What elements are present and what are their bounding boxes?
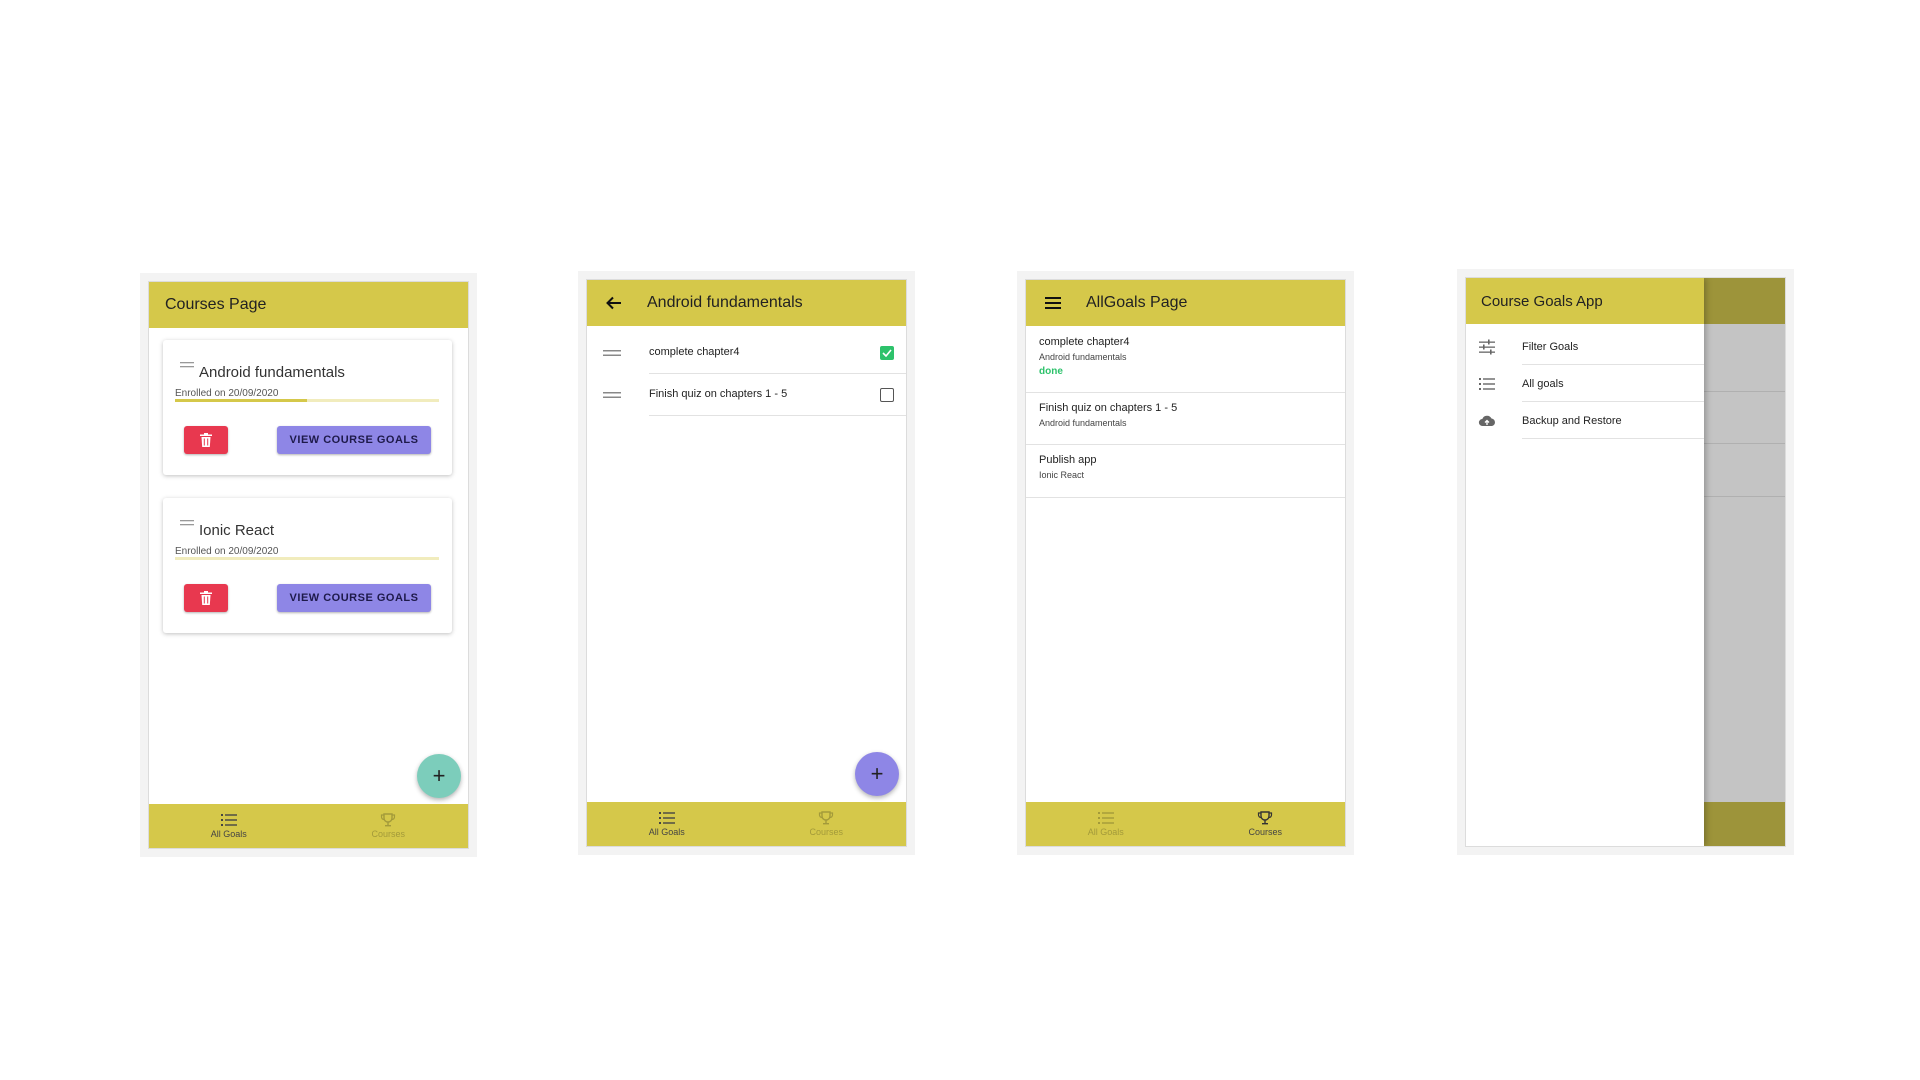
course-title: Android fundamentals [199,364,345,381]
goal-text: complete chapter4 [1039,336,1130,348]
list-icon [1479,378,1495,390]
view-course-goals-button[interactable]: VIEW COURSE GOALS [277,426,431,454]
all-goals-header: AllGoals Page [1026,280,1345,326]
menu-item-all-goals[interactable]: All goals [1466,365,1704,402]
menu-item-filter-goals[interactable]: Filter Goals [1466,328,1704,365]
plus-icon: + [870,761,884,786]
tab-label: All Goals [648,827,685,837]
course-goals-header: Android fundamentals [587,280,906,326]
menu-item-label: All goals [1522,378,1564,390]
page-title: Courses Page [165,296,267,313]
goal-checkbox[interactable] [880,346,894,360]
tab-courses[interactable]: Courses [309,804,469,848]
list-icon [1097,812,1114,824]
goal-item[interactable]: Publish app Ionic React [1026,445,1345,498]
tab-label: Courses [809,827,843,837]
trophy-icon [819,811,834,825]
trash-icon [200,591,212,605]
tab-all-goals[interactable]: All Goals [587,802,747,846]
menu-button[interactable] [1042,292,1064,314]
goal-course: Ionic React [1039,470,1085,480]
tab-label: Courses [371,829,405,839]
drag-handle-icon[interactable] [180,520,194,526]
goal-status: done [1039,366,1063,377]
plus-icon: + [432,763,446,788]
list-icon [220,814,237,826]
course-progress-bar [175,557,439,560]
delete-course-button[interactable] [184,426,228,454]
goal-text: complete chapter4 [649,346,740,358]
goal-row: complete chapter4 [587,332,906,374]
delete-course-button[interactable] [184,584,228,612]
goal-course: Android fundamentals [1039,418,1127,428]
goal-item[interactable]: complete chapter4 Android fundamentals d… [1026,327,1345,393]
trophy-icon [1258,811,1273,825]
trophy-icon [381,813,396,827]
page-title: Android fundamentals [647,294,803,311]
cloud-upload-icon [1478,415,1495,427]
sliders-icon [1479,339,1495,355]
goal-text: Finish quiz on chapters 1 - 5 [1039,402,1178,414]
view-course-goals-button[interactable]: VIEW COURSE GOALS [277,584,431,612]
all-goals-screen: AllGoals Page complete chapter4 Android … [1025,279,1346,847]
courses-page-header: Courses Page [149,282,468,328]
side-menu: Course Goals App Filter Goals All goals … [1466,278,1704,846]
goal-course: Android fundamentals [1039,352,1127,362]
tab-all-goals[interactable]: All Goals [149,804,309,848]
menu-item-backup-restore[interactable]: Backup and Restore [1466,402,1704,439]
courses-page-screen: Courses Page Android fundamentals Enroll… [148,281,469,849]
course-card: Ionic React Enrolled on 20/09/2020 VIEW … [163,498,452,633]
tab-bar: All Goals Courses [149,804,468,848]
page-title: AllGoals Page [1086,294,1188,311]
enrolled-date: Enrolled on 20/09/2020 [175,388,279,399]
tab-courses[interactable]: Courses [1186,802,1346,846]
menu-item-label: Backup and Restore [1522,415,1622,427]
goal-checkbox[interactable] [880,388,894,402]
checkmark-icon [882,349,892,357]
drag-handle-icon[interactable] [180,362,194,368]
enrolled-date: Enrolled on 20/09/2020 [175,546,279,557]
course-card: Android fundamentals Enrolled on 20/09/2… [163,340,452,475]
reorder-icon[interactable] [603,392,621,398]
menu-title: Course Goals App [1466,278,1704,324]
tab-label: Courses [1248,827,1282,837]
goal-item[interactable]: Finish quiz on chapters 1 - 5 Android fu… [1026,393,1345,445]
course-title: Ionic React [199,522,275,539]
list-icon [658,812,675,824]
tab-label: All Goals [1087,827,1124,837]
side-menu-screen: Course Goals App Filter Goals All goals … [1465,277,1786,847]
hamburger-menu-icon [1045,297,1061,309]
course-progress-bar [175,399,439,402]
tab-bar: All Goals Courses [587,802,906,846]
back-button[interactable] [603,292,625,314]
goal-text: Publish app [1039,454,1097,466]
tab-all-goals[interactable]: All Goals [1026,802,1186,846]
trash-icon [200,433,212,447]
course-goals-screen: Android fundamentals complete chapter4 F… [586,279,907,847]
tab-bar: All Goals Courses [1026,802,1345,846]
arrow-left-icon [606,296,621,310]
tab-label: All Goals [210,829,247,839]
reorder-icon[interactable] [603,350,621,356]
goal-text: Finish quiz on chapters 1 - 5 [649,388,788,400]
add-course-fab[interactable]: + [417,754,461,798]
menu-item-label: Filter Goals [1522,341,1579,353]
add-goal-fab[interactable]: + [855,752,899,796]
goal-row: Finish quiz on chapters 1 - 5 [587,374,906,416]
tab-courses[interactable]: Courses [747,802,907,846]
